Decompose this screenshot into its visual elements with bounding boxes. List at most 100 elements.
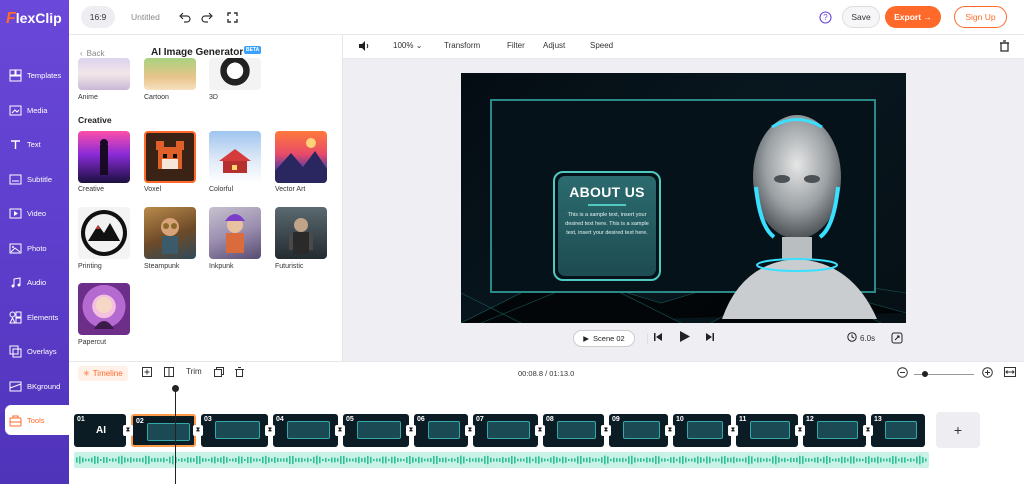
add-scene-button[interactable]: + (936, 412, 980, 448)
zoom-slider-handle[interactable] (922, 371, 928, 377)
speed-button[interactable]: Speed (590, 41, 613, 50)
nav-item-bkground[interactable]: BKground (0, 371, 69, 401)
timeline-clip[interactable]: 10 (673, 414, 731, 447)
save-button[interactable]: Save (842, 6, 880, 28)
clip-ai-text: AI (96, 425, 106, 436)
style-thumb-inkpunk[interactable] (209, 207, 261, 259)
transition-icon[interactable]: ⧗ (863, 425, 873, 436)
clip-thumbnail (215, 421, 260, 439)
redo-icon[interactable] (201, 6, 213, 28)
transition-icon[interactable]: ⧗ (335, 425, 345, 436)
split-icon[interactable] (164, 367, 174, 379)
export-button[interactable]: Export → (885, 6, 941, 28)
nav-item-templates[interactable]: Templates (0, 60, 69, 90)
style-thumb-printing[interactable] (78, 207, 130, 259)
fullscreen-icon[interactable] (891, 331, 903, 344)
scene-play-button[interactable]: ▶ Scene 02 (573, 330, 635, 347)
timeline-clip[interactable]: 01 AI (74, 414, 126, 447)
nav-label: Subtitle (27, 174, 53, 184)
volume-icon[interactable] (358, 40, 370, 54)
about-us-card[interactable]: ABOUT US This is a sample text, insert y… (553, 171, 661, 281)
audio-track[interactable] (74, 452, 929, 468)
aspect-ratio-button[interactable]: 16:9 (81, 6, 115, 28)
zoom-in-icon[interactable] (982, 367, 993, 380)
playhead[interactable] (175, 385, 176, 484)
duplicate-icon[interactable] (214, 367, 224, 379)
fit-timeline-icon[interactable] (1004, 367, 1016, 379)
fit-screen-icon[interactable] (226, 6, 238, 28)
nav-item-overlays[interactable]: Overlays (0, 336, 69, 366)
nav-item-subtitle[interactable]: Subtitle (0, 164, 69, 194)
clip-thumbnail (557, 421, 596, 439)
zoom-select[interactable]: 100% ⌄ (393, 41, 422, 50)
transition-icon[interactable]: ⧗ (728, 425, 738, 436)
style-thumb-steampunk[interactable] (144, 207, 196, 259)
nav-item-tools[interactable]: Tools (5, 405, 69, 435)
timeline-clip[interactable]: 04 (273, 414, 338, 447)
subtitle-icon (9, 174, 22, 184)
transform-button[interactable]: Transform (444, 41, 480, 50)
nav-item-media[interactable]: Media (0, 95, 69, 125)
transition-icon[interactable]: ⧗ (601, 425, 611, 436)
zoom-out-icon[interactable] (897, 367, 908, 380)
transition-icon[interactable]: ⧗ (795, 425, 805, 436)
nav-item-photo[interactable]: Photo (0, 233, 69, 263)
style-thumb-colorful[interactable] (209, 131, 261, 183)
next-icon[interactable] (705, 332, 715, 344)
style-thumb-anime[interactable] (78, 58, 130, 90)
trim-button[interactable]: Trim (186, 367, 202, 376)
adjust-button[interactable]: Adjust (543, 41, 565, 50)
back-button[interactable]: ‹ Back (80, 49, 104, 58)
timeline-clip[interactable]: 07 (473, 414, 538, 447)
play-icon[interactable] (679, 330, 691, 345)
scene-label: Scene 02 (593, 334, 625, 343)
nav-item-text[interactable]: Text (0, 129, 69, 159)
timeline-clip[interactable]: 08 (543, 414, 604, 447)
timeline-tab[interactable]: ✳ Timeline (78, 366, 128, 381)
transition-icon[interactable]: ⧗ (193, 425, 203, 436)
timeline-clip[interactable]: 02 (131, 414, 196, 447)
transition-icon[interactable]: ⧗ (406, 425, 416, 436)
delete-icon[interactable] (999, 40, 1010, 54)
style-label-creative: Creative (78, 186, 105, 193)
filter-button[interactable]: Filter (507, 41, 525, 50)
delete-icon[interactable] (235, 367, 244, 379)
nav-item-audio[interactable]: Audio (0, 267, 69, 297)
timeline-clip[interactable]: 03 (201, 414, 268, 447)
add-clip-icon[interactable] (142, 367, 152, 379)
timeline-clip[interactable]: 09 (609, 414, 668, 447)
beta-badge: BETA (244, 46, 262, 54)
timeline-clip[interactable]: 05 (343, 414, 409, 447)
nav-item-elements[interactable]: Elements (0, 302, 69, 332)
top-bar: 16:9 Untitled ? Save Export → Sign Up (69, 0, 1024, 35)
transition-icon[interactable]: ⧗ (123, 425, 133, 436)
timeline-clip[interactable]: 12 (803, 414, 866, 447)
sign-up-button[interactable]: Sign Up (954, 6, 1007, 28)
timeline-clip[interactable]: 06 (414, 414, 468, 447)
card-body[interactable]: This is a sample text, insert your desir… (558, 211, 656, 237)
previous-icon[interactable] (653, 332, 663, 344)
nav-item-video[interactable]: Video (0, 198, 69, 228)
undo-icon[interactable] (179, 6, 191, 28)
timeline-clip[interactable]: 11 (736, 414, 798, 447)
style-thumb-futuristic[interactable] (275, 207, 327, 259)
style-thumb-3d[interactable] (209, 58, 261, 90)
video-stage[interactable]: ABOUT US This is a sample text, insert y… (461, 73, 906, 323)
scene-duration[interactable]: 6.0s (847, 332, 875, 344)
transition-icon[interactable]: ⧗ (265, 425, 275, 436)
transition-icon[interactable]: ⧗ (535, 425, 545, 436)
help-icon[interactable]: ? (818, 6, 832, 28)
card-title[interactable]: ABOUT US (569, 184, 645, 200)
style-thumb-papercut[interactable] (78, 283, 130, 335)
clip-thumbnail (357, 421, 401, 439)
divider: | (646, 331, 650, 345)
style-thumb-cartoon[interactable] (144, 58, 196, 90)
logo[interactable]: FlexClip (6, 10, 62, 28)
style-thumb-creative[interactable] (78, 131, 130, 183)
style-thumb-vector-art[interactable] (275, 131, 327, 183)
transition-icon[interactable]: ⧗ (465, 425, 475, 436)
transition-icon[interactable]: ⧗ (665, 425, 675, 436)
timeline-clip[interactable]: 13 (871, 414, 925, 447)
project-title[interactable]: Untitled (131, 6, 160, 28)
style-thumb-voxel[interactable] (144, 131, 196, 183)
